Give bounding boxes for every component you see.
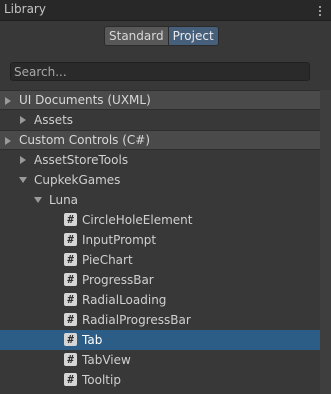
- triangle-right-icon[interactable]: [20, 156, 26, 164]
- hash-icon: #: [64, 313, 77, 326]
- vertical-scrollbar[interactable]: [320, 90, 331, 394]
- hash-icon: #: [64, 353, 77, 366]
- tree-element-progressbar[interactable]: # ProgressBar: [0, 270, 320, 290]
- tree-element-inputprompt[interactable]: # InputPrompt: [0, 230, 320, 250]
- tree-element-label: ProgressBar: [82, 273, 154, 287]
- triangle-right-icon[interactable]: [5, 137, 11, 145]
- tree-item-cupkekgames[interactable]: CupkekGames: [0, 170, 320, 190]
- tree-element-label: PieChart: [82, 253, 133, 267]
- vertical-dots-icon[interactable]: [315, 2, 325, 18]
- tree-element-label: Tooltip: [82, 373, 121, 387]
- tree-element-label: RadialLoading: [82, 293, 167, 307]
- tree-element-tabview[interactable]: # TabView: [0, 350, 320, 370]
- tree-element-label: CircleHoleElement: [82, 213, 193, 227]
- triangle-down-icon[interactable]: [19, 177, 27, 183]
- tree-element-circleholeelement[interactable]: # CircleHoleElement: [0, 210, 320, 230]
- hash-icon: #: [64, 273, 77, 286]
- search-input[interactable]: [14, 63, 304, 80]
- hash-icon: #: [64, 373, 77, 386]
- tree-element-label: InputPrompt: [82, 233, 157, 247]
- project-toggle-button[interactable]: Project: [168, 26, 219, 46]
- standard-toggle-button[interactable]: Standard: [104, 26, 169, 46]
- tree-item-label: Luna: [49, 193, 79, 207]
- hash-icon: #: [64, 233, 77, 246]
- search-field[interactable]: [10, 62, 310, 81]
- tree-item-assetstoretools[interactable]: AssetStoreTools: [0, 150, 320, 170]
- tree-item-assets[interactable]: Assets: [0, 110, 320, 130]
- hash-icon: #: [64, 333, 77, 346]
- tree-section-label: UI Documents (UXML): [19, 93, 151, 107]
- hash-icon: #: [64, 213, 77, 226]
- tree-element-radialloading[interactable]: # RadialLoading: [0, 290, 320, 310]
- tree-item-luna[interactable]: Luna: [0, 190, 320, 210]
- triangle-right-icon[interactable]: [5, 97, 11, 105]
- tree-item-label: AssetStoreTools: [34, 153, 129, 167]
- triangle-down-icon[interactable]: [34, 197, 42, 203]
- window-titlebar: Library: [0, 0, 331, 21]
- tree-element-label: TabView: [82, 353, 131, 367]
- tree-element-radialprogressbar[interactable]: # RadialProgressBar: [0, 310, 320, 330]
- tree-element-piechart[interactable]: # PieChart: [0, 250, 320, 270]
- tree-section-label: Custom Controls (C#): [19, 133, 151, 147]
- tree-section-ui-documents[interactable]: UI Documents (UXML): [0, 90, 320, 110]
- hash-icon: #: [64, 253, 77, 266]
- tree-element-label: RadialProgressBar: [82, 313, 191, 327]
- tree-item-label: CupkekGames: [34, 173, 121, 187]
- tree-section-custom-controls[interactable]: Custom Controls (C#): [0, 130, 320, 150]
- triangle-right-icon[interactable]: [20, 116, 26, 124]
- tree-element-label: Tab: [82, 333, 103, 347]
- hash-icon: #: [64, 293, 77, 306]
- tree-element-tab[interactable]: # Tab: [0, 330, 320, 350]
- window-title: Library: [4, 2, 46, 16]
- tree-item-label: Assets: [34, 113, 74, 127]
- tree-element-tooltip[interactable]: # Tooltip: [0, 370, 320, 390]
- view-toggle: Standard Project: [104, 26, 219, 46]
